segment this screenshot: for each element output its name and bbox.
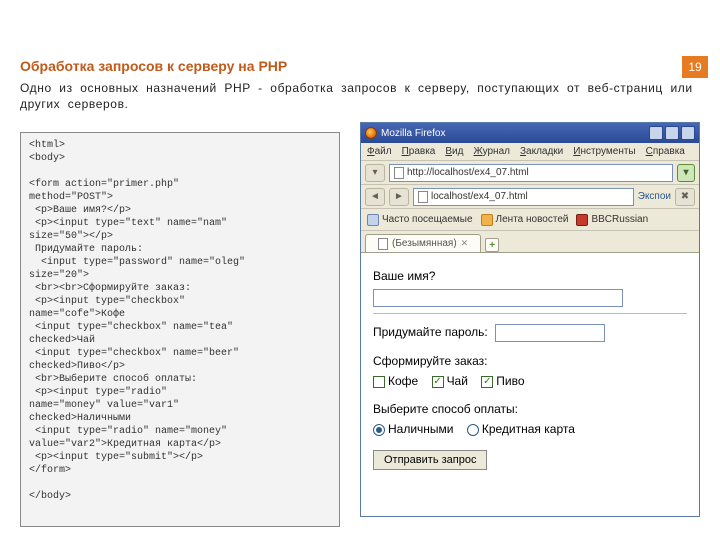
label-password: Придумайте пароль: (373, 325, 488, 339)
address-bar-2[interactable]: localhost/ex4_07.html (413, 188, 634, 206)
radio-card[interactable] (467, 424, 479, 436)
rss-icon (481, 214, 493, 226)
go-button[interactable]: ▾ (677, 164, 695, 182)
page-icon (418, 191, 428, 203)
menu-edit[interactable]: Правка (402, 146, 436, 157)
checkbox-cofe[interactable] (373, 376, 385, 388)
menu-history[interactable]: Журнал (473, 146, 510, 157)
titlebar: Mozilla Firefox (361, 123, 699, 143)
tab-icon (378, 238, 388, 250)
minimize-button[interactable] (649, 126, 663, 140)
code-listing: <html> <body> <form action="primer.php" … (20, 132, 340, 527)
browser-window: Mozilla Firefox Файл Правка Вид Журнал З… (360, 122, 700, 517)
address-text: http://localhost/ex4_07.html (407, 167, 529, 178)
forward-button[interactable]: ► (389, 188, 409, 206)
toolbar-extra[interactable]: Экспои (638, 191, 671, 202)
menu-help[interactable]: Справка (646, 146, 685, 157)
opt-tea: Чай (447, 374, 468, 388)
menu-bookmarks[interactable]: Закладки (520, 146, 563, 157)
slide-heading: Обработка запросов к серверу на PHP (20, 58, 287, 74)
bookmark-news[interactable]: Лента новостей (496, 214, 569, 225)
opt-beer: Пиво (496, 374, 524, 388)
bbc-icon (576, 214, 588, 226)
bookmark-frequent[interactable]: Часто посещаемые (382, 214, 473, 225)
page-content: Ваше имя? Придумайте пароль: Сформируйте… (361, 253, 699, 486)
label-order: Сформируйте заказ: (373, 354, 687, 368)
radio-cash[interactable] (373, 424, 385, 436)
submit-button[interactable]: Отправить запрос (373, 450, 487, 470)
bookmark-icon (367, 214, 379, 226)
divider (373, 313, 687, 314)
page-number-badge: 19 (682, 56, 708, 78)
menu-view[interactable]: Вид (445, 146, 463, 157)
address-bar[interactable]: http://localhost/ex4_07.html (389, 164, 673, 182)
close-button[interactable] (681, 126, 695, 140)
firefox-icon (365, 127, 377, 139)
checkbox-tea[interactable] (432, 376, 444, 388)
window-title: Mozilla Firefox (381, 128, 445, 139)
menu-file[interactable]: Файл (367, 146, 392, 157)
intro-text: Одно из основных назначений PHP - обрабо… (20, 80, 700, 112)
label-name: Ваше имя? (373, 269, 687, 283)
opt-cofe: Кофе (388, 374, 418, 388)
opt-cash: Наличными (388, 422, 454, 436)
bookmark-bbc[interactable]: BBCRussian (591, 214, 648, 225)
maximize-button[interactable] (665, 126, 679, 140)
stop-button[interactable]: ✖ (675, 188, 695, 206)
checkbox-beer[interactable] (481, 376, 493, 388)
toolbar-address: ▾ http://localhost/ex4_07.html ▾ (361, 161, 699, 185)
label-payment: Выберите способ оплаты: (373, 402, 687, 416)
new-tab-button[interactable]: + (485, 238, 499, 252)
tab-close-icon[interactable]: ✕ (461, 238, 469, 249)
bookmark-bar: Часто посещаемые Лента новостей BBCRussi… (361, 209, 699, 231)
tab-title: (Безымянная) (392, 238, 457, 249)
address-text-2: localhost/ex4_07.html (431, 191, 528, 202)
menubar: Файл Правка Вид Журнал Закладки Инструме… (361, 143, 699, 161)
name-input[interactable] (373, 289, 623, 307)
toolbar-icon-left[interactable]: ▾ (365, 164, 385, 182)
toolbar-nav: ◄ ► localhost/ex4_07.html Экспои ✖ (361, 185, 699, 209)
opt-card: Кредитная карта (482, 422, 575, 436)
tab-active[interactable]: (Безымянная) ✕ (365, 234, 481, 252)
back-button[interactable]: ◄ (365, 188, 385, 206)
tab-strip: (Безымянная) ✕ + (361, 231, 699, 253)
password-input[interactable] (495, 324, 605, 342)
page-icon (394, 167, 404, 179)
menu-tools[interactable]: Инструменты (573, 146, 635, 157)
